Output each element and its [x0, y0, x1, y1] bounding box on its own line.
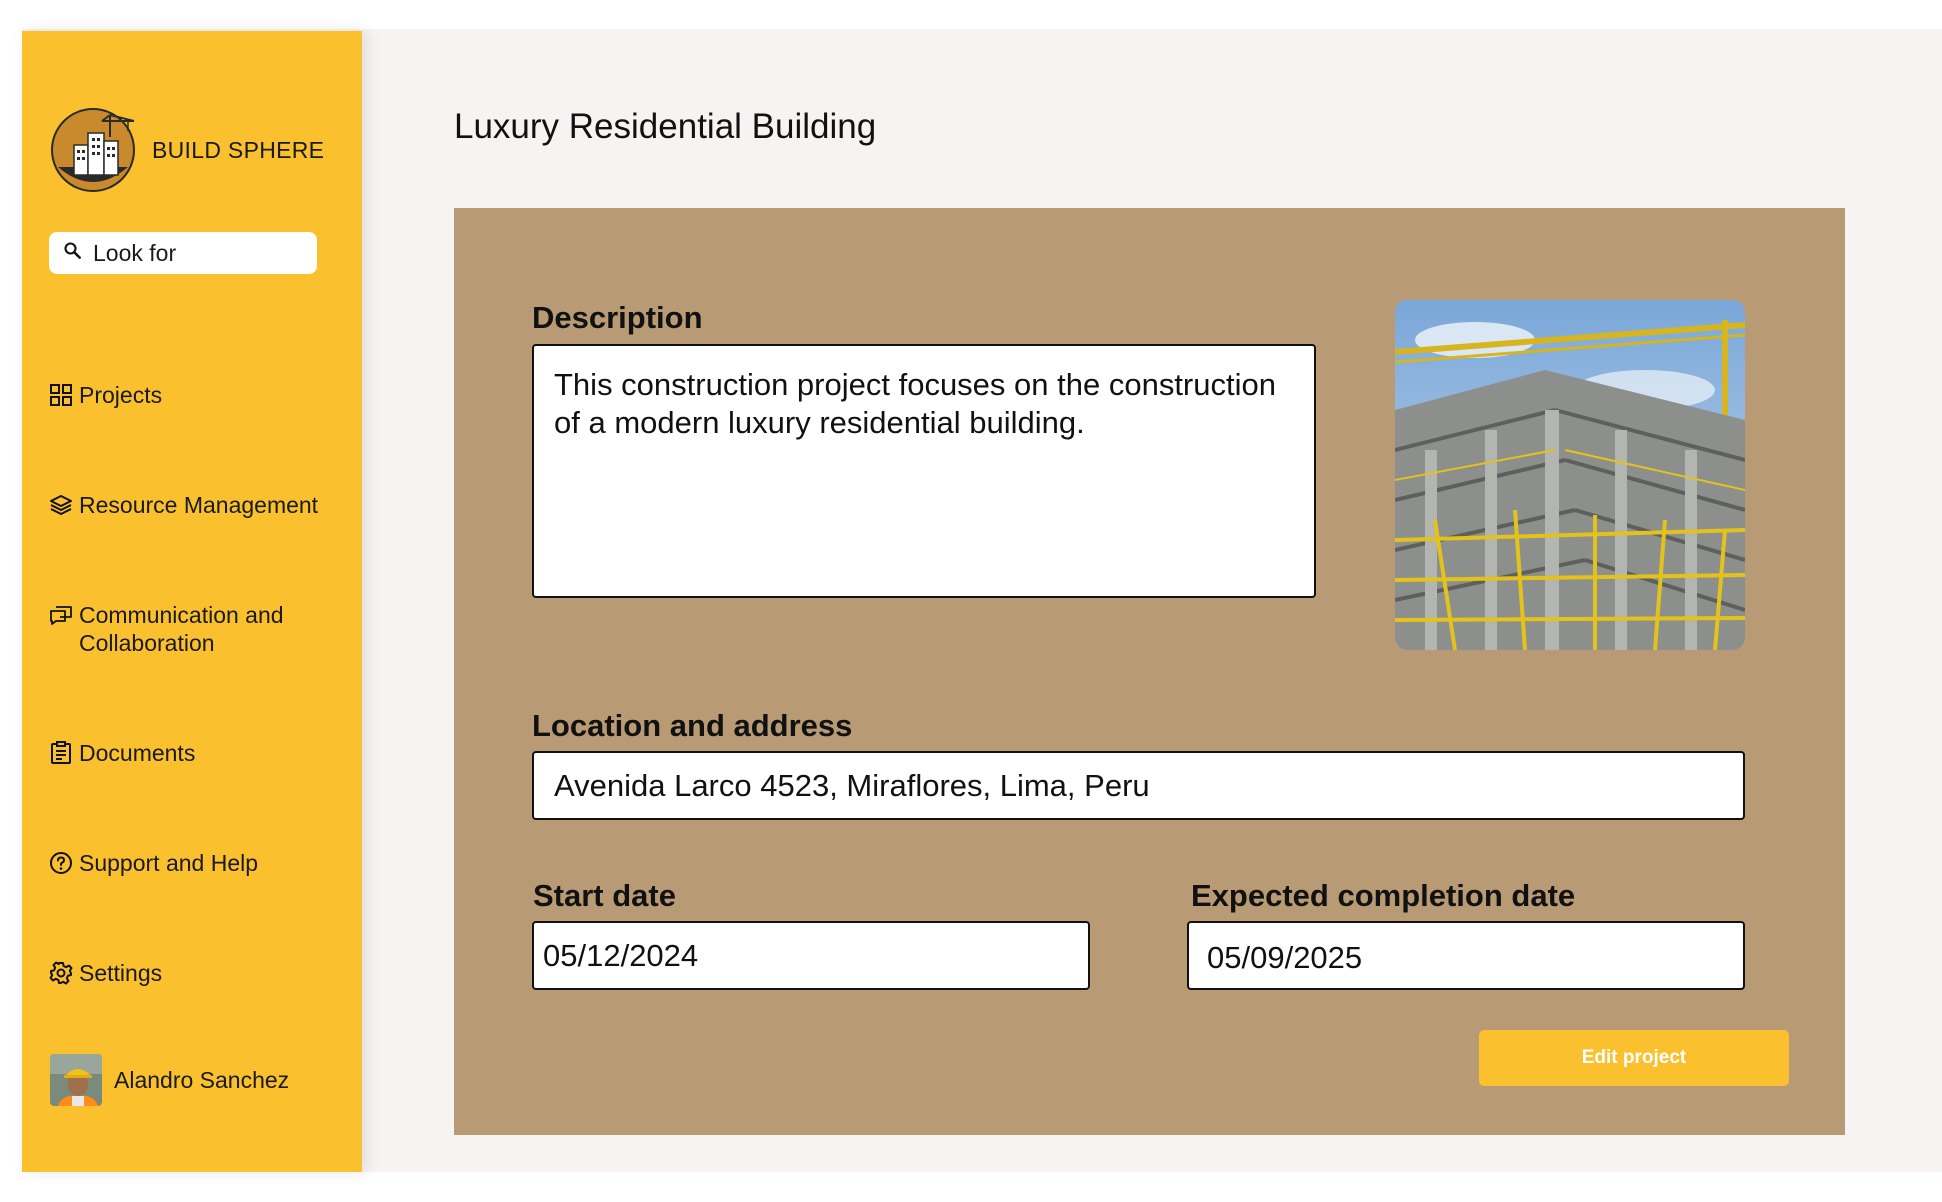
avatar: [50, 1054, 102, 1106]
sidebar: BUILD SPHERE Look for Projects Resource …: [22, 31, 362, 1172]
sidebar-item-label: Support and Help: [79, 850, 259, 876]
sidebar-item-documents[interactable]: Documents: [49, 739, 339, 767]
search-placeholder: Look for: [93, 239, 177, 266]
app-window: BUILD SPHERE Look for Projects Resource …: [0, 0, 1942, 1202]
user-profile[interactable]: Alandro Sanchez: [50, 1054, 289, 1106]
construction-logo-icon: [50, 107, 136, 193]
start-date-label: Start date: [533, 878, 676, 913]
project-details-card: Description This construction project fo…: [454, 208, 1845, 1135]
project-photo: [1395, 300, 1745, 650]
page-title: Luxury Residential Building: [454, 107, 877, 146]
brand[interactable]: BUILD SPHERE: [50, 107, 324, 193]
description-label: Description: [532, 300, 703, 335]
edit-project-button[interactable]: Edit project: [1479, 1030, 1789, 1086]
sidebar-item-settings[interactable]: Settings: [49, 959, 339, 987]
user-name: Alandro Sanchez: [114, 1066, 290, 1093]
sidebar-item-label: Projects: [79, 382, 163, 408]
sidebar-item-resource-management[interactable]: Resource Management: [49, 491, 339, 519]
location-label: Location and address: [532, 708, 853, 743]
help-circle-icon: [49, 849, 75, 877]
chat-icon: [49, 601, 75, 629]
layers-icon: [49, 491, 75, 519]
completion-date-label: Expected completion date: [1191, 878, 1576, 913]
completion-date-field[interactable]: 05/09/2025: [1187, 921, 1745, 990]
search-input[interactable]: Look for: [49, 232, 317, 274]
sidebar-item-label: Settings: [79, 960, 163, 986]
sidebar-item-projects[interactable]: Projects: [49, 381, 339, 409]
grid-icon: [49, 381, 75, 409]
start-date-field[interactable]: 05/12/2024: [532, 921, 1090, 990]
sidebar-item-label: Resource Management: [79, 492, 319, 518]
gear-icon: [49, 959, 75, 987]
sidebar-item-label: Communication and Collaboration: [79, 602, 284, 656]
description-field[interactable]: This construction project focuses on the…: [532, 344, 1316, 598]
brand-name: BUILD SPHERE: [152, 136, 325, 163]
clipboard-icon: [49, 739, 75, 767]
search-icon: [63, 241, 83, 266]
location-field[interactable]: Avenida Larco 4523, Miraflores, Lima, Pe…: [532, 751, 1745, 820]
sidebar-item-communication[interactable]: Communication and Collaboration: [49, 601, 339, 657]
sidebar-item-label: Documents: [79, 740, 196, 766]
sidebar-item-support[interactable]: Support and Help: [49, 849, 339, 877]
